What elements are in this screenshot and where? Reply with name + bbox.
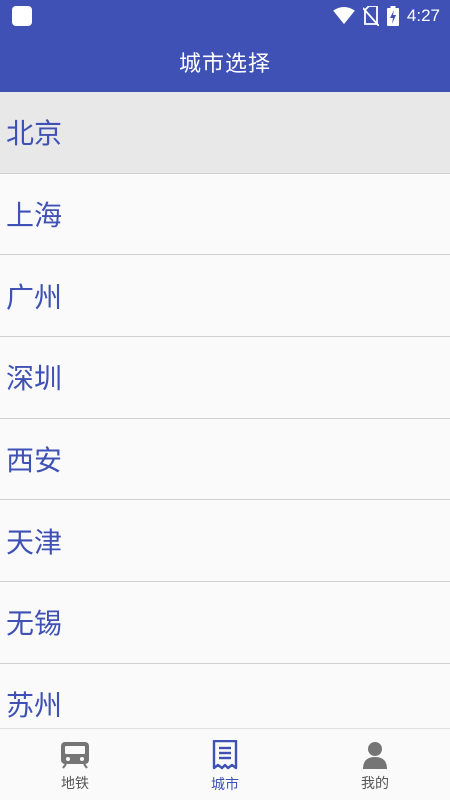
city-item-suzhou[interactable]: 苏州 (0, 663, 450, 728)
no-sim-icon (362, 6, 379, 26)
city-item-xian[interactable]: 西安 (0, 418, 450, 501)
city-label: 西安 (6, 444, 63, 478)
page-title: 城市选择 (178, 52, 271, 77)
city-item-tianjin[interactable]: 天津 (0, 500, 450, 583)
tab-mine[interactable]: 我的 (300, 729, 450, 800)
status-time: 4:27 (406, 6, 440, 25)
battery-charging-icon (386, 6, 399, 26)
tab-label: 我的 (361, 775, 389, 792)
city-label: 北京 (6, 117, 63, 151)
city-item-wuxi[interactable]: 无锡 (0, 582, 450, 664)
wifi-icon (333, 7, 355, 25)
tab-subway[interactable]: 地铁 (0, 729, 150, 800)
receipt-list-icon (212, 739, 238, 769)
tab-label: 城市 (211, 776, 239, 793)
tab-label: 地铁 (61, 775, 89, 792)
status-left (12, 6, 32, 26)
city-label: 深圳 (6, 362, 63, 396)
city-item-shenzhen[interactable]: 深圳 (0, 337, 450, 419)
city-list[interactable]: 北京 上海 广州 深圳 西安 天津 无锡 苏州 (0, 92, 450, 728)
city-item-shanghai[interactable]: 上海 (0, 173, 450, 256)
app-icon (12, 6, 32, 26)
bottom-navigation: 地铁 城市 我的 (0, 728, 450, 800)
city-label: 上海 (6, 199, 63, 233)
status-right: 4:27 (333, 6, 440, 26)
city-label: 苏州 (6, 689, 63, 723)
status-bar: 4:27 (0, 0, 450, 32)
city-item-guangzhou[interactable]: 广州 (0, 255, 450, 338)
train-icon (61, 741, 89, 769)
city-label: 广州 (6, 280, 63, 314)
city-item-beijing[interactable]: 北京 (0, 92, 450, 174)
app-bar: 城市选择 (0, 32, 450, 92)
tab-city[interactable]: 城市 (150, 729, 300, 800)
city-label: 天津 (6, 525, 63, 559)
person-icon (363, 741, 387, 769)
city-label: 无锡 (6, 607, 63, 641)
